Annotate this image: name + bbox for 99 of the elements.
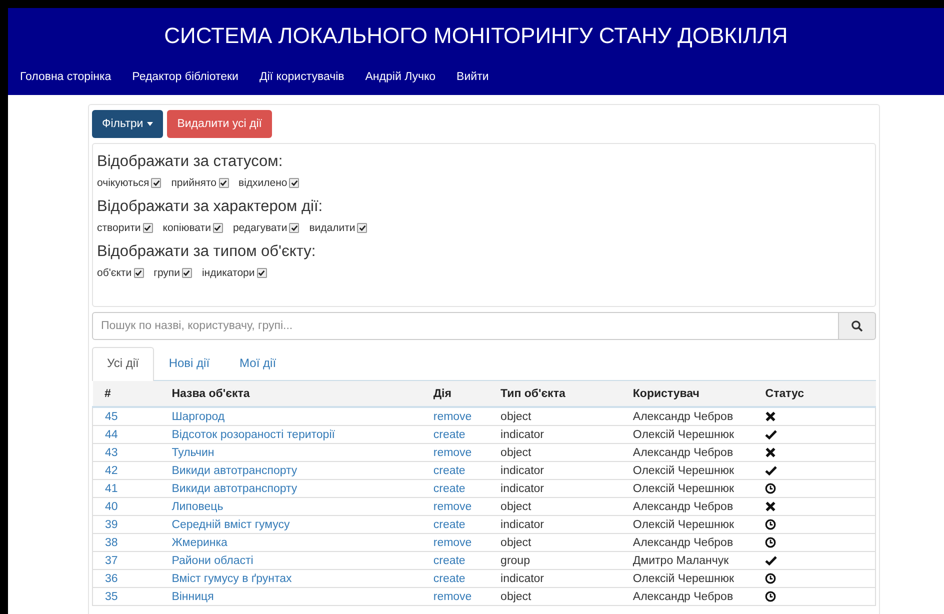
- action-link[interactable]: remove: [421, 588, 489, 606]
- table-cell: Олексій Черешнюк: [620, 480, 754, 498]
- nav-link[interactable]: Андрій Лучко: [357, 68, 449, 86]
- id-link[interactable]: 43: [92, 444, 160, 462]
- checkbox[interactable]: [142, 223, 153, 233]
- tab[interactable]: Мої дії: [224, 347, 292, 380]
- action-link[interactable]: remove: [421, 498, 489, 516]
- table-cell: Александр Чебров: [620, 498, 754, 516]
- filter-heading: Відображати за характером дії:: [97, 197, 324, 217]
- checkbox-label: групи: [154, 267, 180, 279]
- column-header: #: [92, 381, 160, 407]
- tab[interactable]: Нові дії: [154, 347, 225, 380]
- object-name-link[interactable]: Вінниця: [160, 588, 422, 606]
- checkbox[interactable]: [289, 178, 300, 188]
- nav-link[interactable]: Головна сторінка: [12, 68, 124, 86]
- table-cell: object: [488, 498, 621, 516]
- table-cell: Олексій Черешнюк: [620, 570, 754, 588]
- object-name-link[interactable]: Шаргород: [160, 407, 422, 426]
- action-link[interactable]: remove: [421, 444, 489, 462]
- table-cell: Александр Чебров: [620, 407, 754, 426]
- table-cell: Александр Чебров: [620, 588, 754, 606]
- checkbox[interactable]: [357, 223, 368, 233]
- filters-button[interactable]: Фільтри: [92, 110, 164, 138]
- search-icon: [851, 320, 863, 332]
- column-header: Дія: [421, 381, 489, 407]
- object-name-link[interactable]: Відсоток розораності території: [160, 426, 422, 444]
- checkbox[interactable]: [289, 223, 300, 233]
- object-name-link[interactable]: Викиди автотранспорту: [160, 462, 422, 480]
- id-link[interactable]: 40: [92, 498, 160, 516]
- object-name-link[interactable]: Викиди автотранспорту: [160, 480, 422, 498]
- id-link[interactable]: 36: [92, 570, 160, 588]
- table-cell: indicator: [488, 426, 621, 444]
- checkbox-label: створити: [97, 222, 141, 234]
- table-cell: Дмитро Маланчук: [620, 552, 754, 570]
- filter-heading: Відображати за статусом:: [97, 152, 284, 172]
- caret-icon: [147, 122, 154, 126]
- search-field[interactable]: Пошук по назві, користувачу, групі...: [92, 312, 839, 340]
- table-cell: Александр Чебров: [620, 444, 754, 462]
- table-cell: indicator: [488, 480, 621, 498]
- checkbox[interactable]: [182, 268, 192, 278]
- id-link[interactable]: 42: [92, 462, 160, 480]
- checkbox-label: відхилено: [238, 177, 288, 189]
- object-name-link[interactable]: Липовець: [160, 498, 422, 516]
- checkbox-label: видалити: [309, 222, 356, 234]
- column-header: Користувач: [620, 381, 754, 407]
- search-button[interactable]: [839, 312, 876, 340]
- checkbox-label: копіювати: [162, 222, 211, 234]
- filter-heading: Відображати за типом об'єкту:: [97, 242, 317, 262]
- action-link[interactable]: create: [421, 480, 489, 498]
- table-cell: Олексій Черешнюк: [620, 516, 754, 534]
- table-cell: group: [488, 552, 621, 570]
- table-cell: object: [488, 407, 621, 426]
- checkbox-label: об'єкти: [97, 267, 132, 279]
- action-link[interactable]: create: [421, 552, 489, 570]
- table-cell: indicator: [488, 570, 621, 588]
- column-header: Назва об'єкта: [160, 381, 422, 407]
- checkbox-label: очікуються: [97, 177, 150, 189]
- action-link[interactable]: create: [421, 516, 489, 534]
- table-cell: Олексій Черешнюк: [620, 462, 754, 480]
- id-link[interactable]: 37: [92, 552, 160, 570]
- checkbox[interactable]: [151, 178, 162, 188]
- table-cell: Александр Чебров: [620, 534, 754, 552]
- nav-link[interactable]: Вийти: [448, 68, 502, 86]
- id-link[interactable]: 35: [92, 588, 160, 606]
- id-link[interactable]: 44: [92, 426, 160, 444]
- object-name-link[interactable]: Вміст гумусу в ґрунтах: [160, 570, 422, 588]
- object-name-link[interactable]: Середній вміст гумусу: [160, 516, 422, 534]
- action-link[interactable]: create: [421, 426, 489, 444]
- table-cell: indicator: [488, 462, 621, 480]
- checkbox[interactable]: [212, 223, 223, 233]
- table-cell: object: [488, 444, 621, 462]
- object-name-link[interactable]: Тульчин: [160, 444, 422, 462]
- nav-link[interactable]: Редактор бібліотеки: [124, 68, 252, 86]
- table-cell: indicator: [488, 516, 621, 534]
- table-cell: Олексій Черешнюк: [620, 426, 754, 444]
- table-cell: object: [488, 588, 621, 606]
- object-name-link[interactable]: Жмеринка: [160, 534, 422, 552]
- table-cell: object: [488, 534, 621, 552]
- checkbox-label: редагувати: [232, 222, 288, 234]
- action-link[interactable]: remove: [421, 407, 489, 426]
- action-link[interactable]: create: [421, 462, 489, 480]
- checkbox-label: прийнято: [171, 177, 217, 189]
- object-name-link[interactable]: Райони області: [160, 552, 422, 570]
- tab[interactable]: Усі дії: [92, 347, 154, 381]
- checkbox[interactable]: [218, 178, 229, 188]
- column-header: Статус: [753, 381, 876, 407]
- action-link[interactable]: create: [421, 570, 489, 588]
- checkbox-label: індикатори: [202, 267, 255, 279]
- id-link[interactable]: 41: [92, 480, 160, 498]
- id-link[interactable]: 45: [92, 407, 160, 426]
- action-link[interactable]: remove: [421, 534, 489, 552]
- delete-all-button[interactable]: Видалити усі дії: [167, 110, 272, 138]
- column-header: Тип об'єкта: [488, 381, 621, 407]
- checkbox[interactable]: [256, 268, 267, 278]
- app-title: СИСТЕМА ЛОКАЛЬНОГО МОНІТОРИНГУ СТАНУ ДОВКІЛЛЯ: [163, 23, 789, 49]
- id-link[interactable]: 39: [92, 516, 160, 534]
- nav-link[interactable]: Дії користувачів: [251, 68, 358, 86]
- id-link[interactable]: 38: [92, 534, 160, 552]
- checkbox[interactable]: [134, 268, 144, 278]
